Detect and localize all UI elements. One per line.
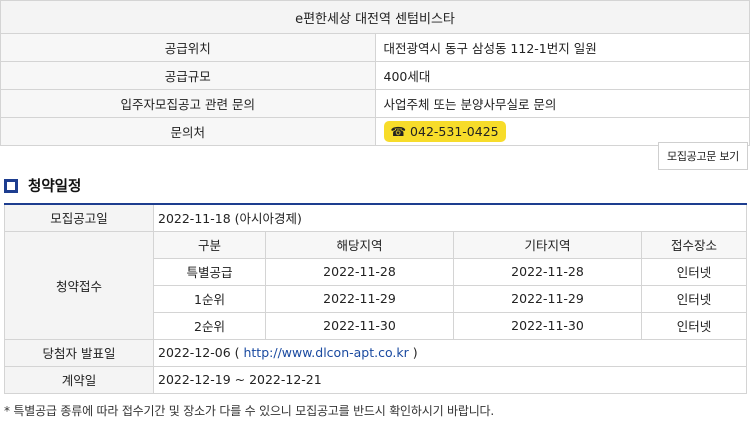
schedule-label: 모집공고일	[4, 203, 154, 232]
table-cell: 인터넷	[641, 311, 747, 340]
info-label: 입주자모집공고 관련 문의	[0, 89, 376, 118]
table-cell: 2022-11-30	[453, 311, 642, 340]
schedule-value: 2022-12-19 ~ 2022-12-21	[153, 365, 747, 394]
column-header: 구분	[153, 230, 266, 259]
reception-header-row: 청약접수 구분 해당지역 기타지역 접수장소	[4, 230, 747, 340]
section-header: 청약일정	[4, 175, 81, 196]
info-value: 대전광역시 동구 삼성동 112-1번지 일원	[374, 33, 750, 62]
table-cell: 2022-11-28	[265, 257, 454, 286]
schedule-label: 청약접수	[4, 230, 154, 340]
schedule-label: 계약일	[4, 365, 154, 394]
schedule-value: 2022-11-18 (아시아경제)	[153, 203, 747, 232]
info-row-contact: 문의처 ☎ 042-531-0425	[0, 117, 750, 146]
footnote: * 특별공급 종류에 따라 접수기간 및 장소가 다를 수 있으니 모집공고를 …	[4, 404, 495, 418]
view-notice-button[interactable]: 모집공고문 보기	[658, 142, 748, 170]
paren-open: (	[230, 345, 244, 360]
column-header: 기타지역	[453, 230, 642, 259]
table-cell: 2022-11-30	[265, 311, 454, 340]
paren-close: )	[408, 345, 418, 360]
table-cell: 2022-11-28	[453, 257, 642, 286]
column-header: 해당지역	[265, 230, 454, 259]
square-bullet-icon	[4, 178, 18, 193]
phone-number-badge[interactable]: ☎ 042-531-0425	[383, 121, 506, 142]
table-cell: 2022-11-29	[265, 284, 454, 313]
table-cell: 특별공급	[153, 257, 266, 286]
table-cell: 2순위	[153, 311, 266, 340]
complex-info-table: e편한세상 대전역 센텀비스타 공급위치 대전광역시 동구 삼성동 112-1번…	[0, 0, 750, 146]
info-label: 공급위치	[0, 33, 376, 62]
schedule-row-contract: 계약일 2022-12-19 ~ 2022-12-21	[4, 365, 747, 394]
schedule-table: 모집공고일 2022-11-18 (아시아경제) 청약접수 구분 해당지역 기타…	[4, 203, 747, 394]
complex-title: e편한세상 대전역 센텀비스타	[0, 0, 750, 34]
info-row-location: 공급위치 대전광역시 동구 삼성동 112-1번지 일원	[0, 33, 750, 62]
winner-date: 2022-12-06	[158, 345, 231, 360]
column-header: 접수장소	[641, 230, 747, 259]
section-title: 청약일정	[28, 179, 82, 195]
schedule-row-announce: 모집공고일 2022-11-18 (아시아경제)	[4, 203, 747, 232]
table-cell: 인터넷	[641, 257, 747, 286]
table-cell: 2022-11-29	[453, 284, 642, 313]
info-label: 문의처	[0, 117, 376, 146]
info-label: 공급규모	[0, 61, 376, 90]
schedule-row-winner: 당첨자 발표일 2022-12-06 ( http://www.dlcon-ap…	[4, 338, 747, 367]
winner-link[interactable]: http://www.dlcon-apt.co.kr	[243, 345, 408, 360]
info-value: 사업주체 또는 분양사무실로 문의	[374, 89, 750, 118]
info-row-inquiry: 입주자모집공고 관련 문의 사업주체 또는 분양사무실로 문의	[0, 89, 750, 118]
info-value: 400세대	[374, 61, 750, 90]
table-cell: 1순위	[153, 284, 266, 313]
table-cell: 인터넷	[641, 284, 747, 313]
info-row-scale: 공급규모 400세대	[0, 61, 750, 90]
schedule-label: 당첨자 발표일	[4, 338, 154, 367]
